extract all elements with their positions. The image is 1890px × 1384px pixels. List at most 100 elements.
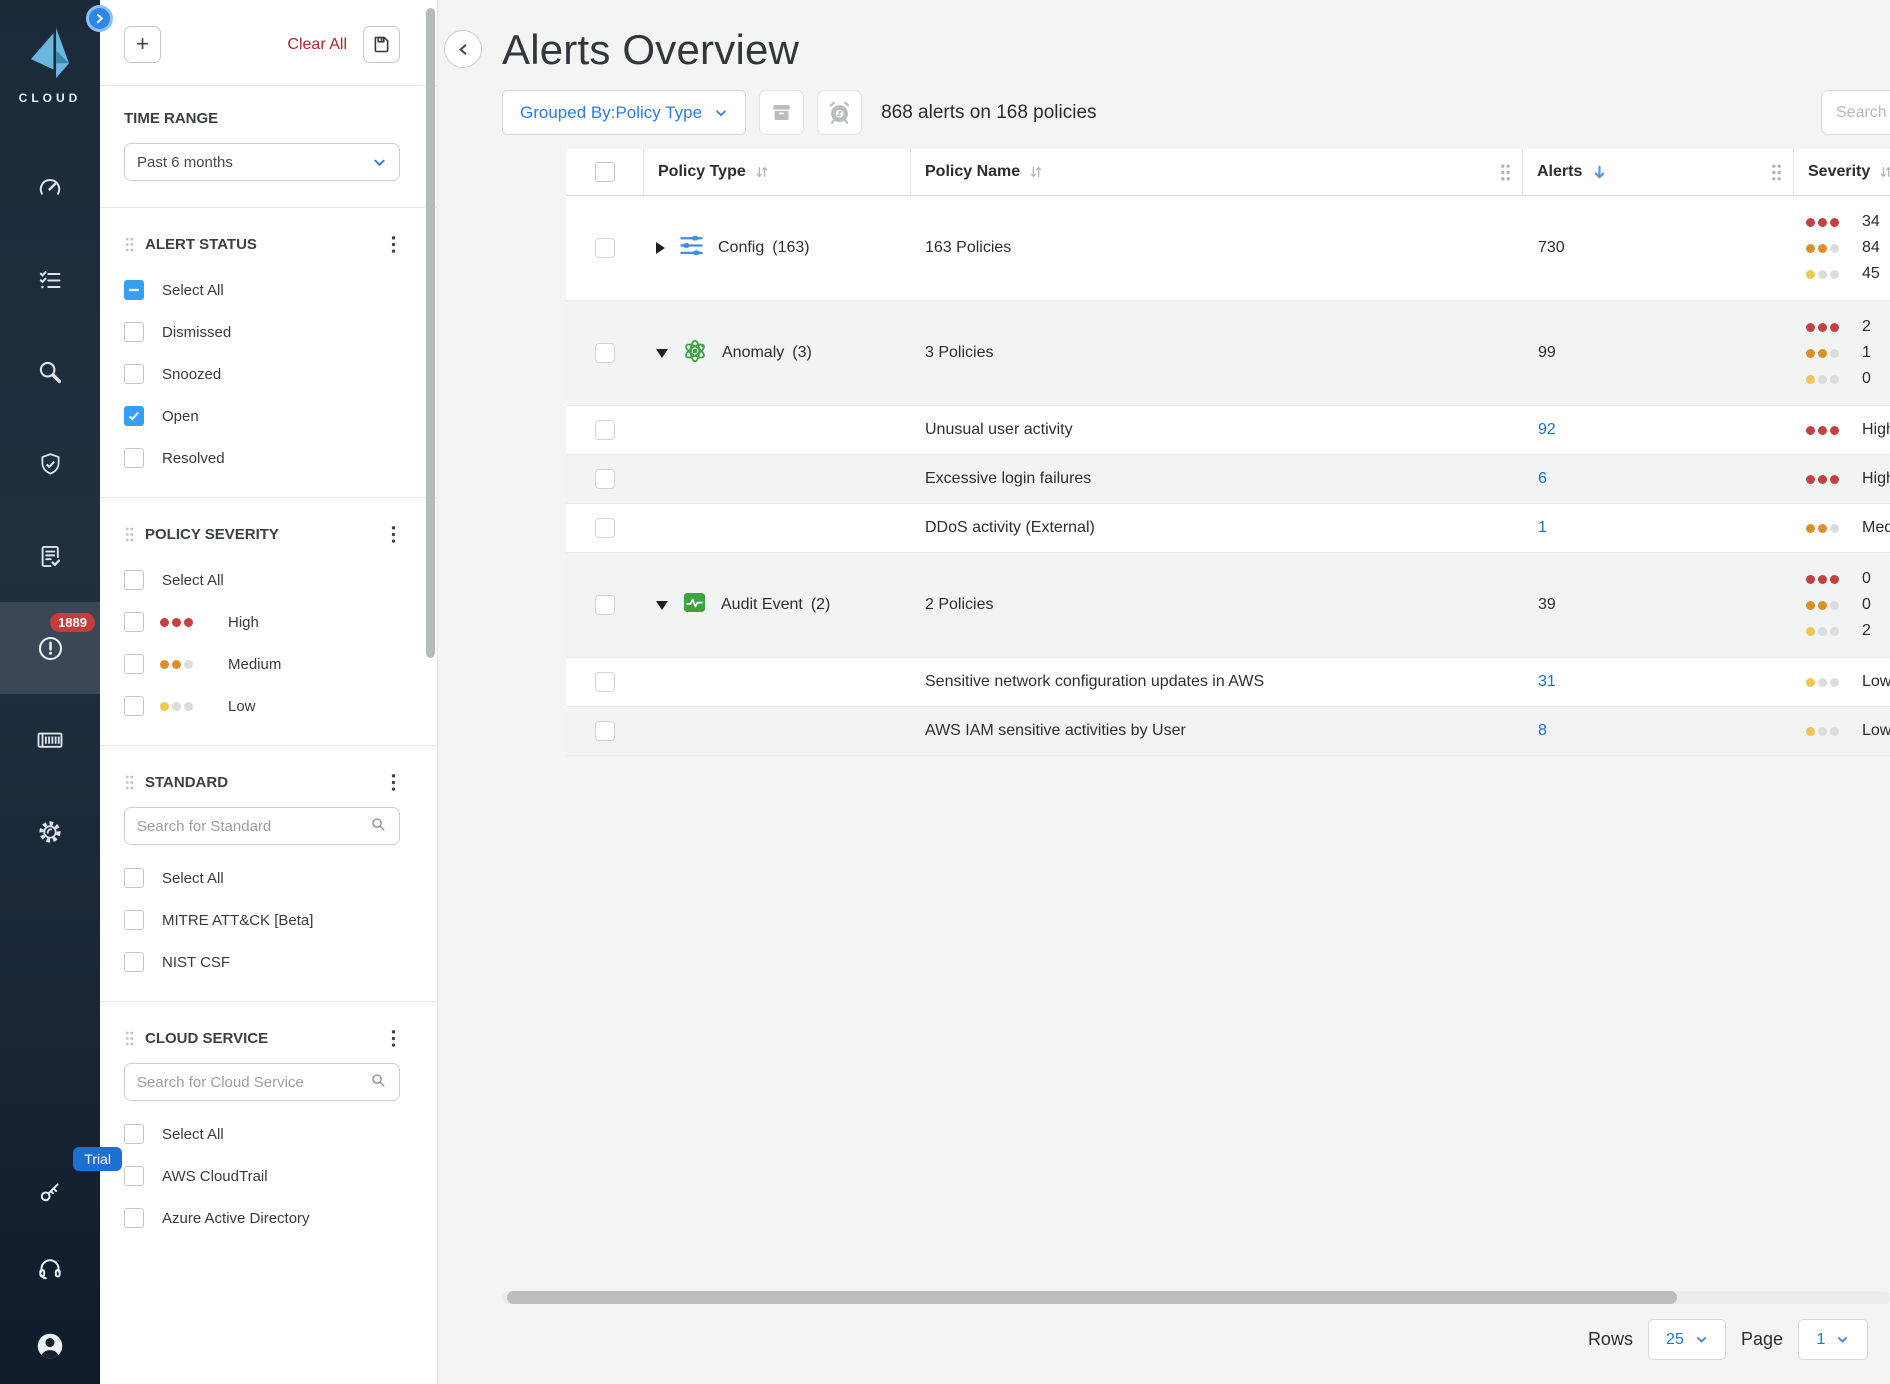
group-row-anomaly[interactable]: Anomaly (3) 3 Policies 99 2 1 0 — [566, 301, 1890, 406]
filter-option-select-all[interactable]: Select All — [124, 559, 400, 601]
checkbox-select-all[interactable] — [124, 1124, 144, 1144]
grouped-by-dropdown[interactable]: Grouped By:Policy Type — [502, 90, 746, 135]
time-range-select[interactable]: Past 6 months — [124, 143, 400, 181]
filter-option-select-all[interactable]: Select All — [124, 1113, 400, 1155]
filter-option-high[interactable]: High — [124, 601, 400, 643]
group-row-audit-event[interactable]: Audit Event (2) 2 Policies 39 0 0 2 — [566, 553, 1890, 658]
checkbox-aws-cloudtrail[interactable] — [124, 1166, 144, 1186]
checkbox-mitre-att-ck-beta[interactable] — [124, 910, 144, 930]
column-drag-handle-icon[interactable] — [1499, 163, 1512, 182]
drag-handle-icon[interactable] — [124, 774, 135, 791]
section-search-input[interactable]: Search for Standard — [124, 807, 400, 845]
checkbox-select-all[interactable] — [124, 868, 144, 888]
row-checkbox[interactable] — [595, 343, 615, 363]
filter-option-nist-csf[interactable]: NIST CSF — [124, 941, 400, 983]
policy-row-excessive-login-failures[interactable]: Excessive login failures 6 High — [566, 455, 1890, 504]
kebab-menu-icon[interactable] — [387, 522, 400, 547]
row-checkbox[interactable] — [595, 420, 615, 440]
checkbox-high[interactable] — [124, 612, 144, 632]
column-header-policy-type[interactable]: Policy Type — [644, 149, 911, 195]
row-checkbox[interactable] — [595, 238, 615, 258]
row-checkbox[interactable] — [595, 672, 615, 692]
kebab-menu-icon[interactable] — [387, 1026, 400, 1051]
page-select[interactable]: 1 — [1798, 1319, 1868, 1360]
filter-option-select-all[interactable]: Select All — [124, 269, 400, 311]
alerts-count-cell: 8 — [1523, 722, 1794, 740]
nav-item-compliance[interactable] — [0, 510, 100, 602]
policy-row-sensitive-network-configuration-updates-in-aws[interactable]: Sensitive network configuration updates … — [566, 658, 1890, 707]
filter-option-snoozed[interactable]: Snoozed — [124, 353, 400, 395]
nav-item-policies[interactable] — [0, 418, 100, 510]
brand-logo[interactable]: CLOUD — [0, 0, 100, 142]
sidebar-expand-button[interactable] — [86, 5, 113, 32]
checkbox-resolved[interactable] — [124, 448, 144, 468]
column-header-severity[interactable]: Severity — [1794, 149, 1890, 195]
column-header-policy-name[interactable]: Policy Name — [911, 149, 1523, 195]
nav-item-profile[interactable] — [0, 1307, 100, 1384]
alerts-count-link[interactable]: 6 — [1538, 470, 1547, 487]
drag-handle-icon[interactable] — [124, 1030, 135, 1047]
caret-down-icon[interactable] — [656, 601, 668, 610]
nav-item-inventory[interactable] — [0, 234, 100, 326]
collapse-panel-button[interactable] — [444, 30, 482, 68]
filter-option-select-all[interactable]: Select All — [124, 857, 400, 899]
horizontal-scrollbar-track[interactable] — [502, 1291, 1890, 1304]
select-all-rows-checkbox[interactable] — [595, 162, 615, 182]
filter-option-azure-active-directory[interactable]: Azure Active Directory — [124, 1197, 400, 1239]
save-filter-button[interactable] — [363, 26, 400, 63]
drag-handle-icon[interactable] — [124, 526, 135, 543]
drag-handle-icon[interactable] — [124, 236, 135, 253]
filter-option-open[interactable]: Open — [124, 395, 400, 437]
rows-per-page-select[interactable]: 25 — [1648, 1319, 1726, 1360]
column-drag-handle-icon[interactable] — [1770, 163, 1783, 182]
sidebar-scrollbar[interactable] — [426, 8, 435, 658]
caret-right-icon[interactable] — [656, 242, 665, 254]
checkbox-select-all[interactable] — [124, 280, 144, 300]
nav-item-support[interactable] — [0, 1230, 100, 1307]
clear-all-button[interactable]: Clear All — [287, 36, 347, 54]
alerts-count-link[interactable]: 8 — [1538, 722, 1547, 739]
row-checkbox[interactable] — [595, 518, 615, 538]
nav-item-dashboard[interactable] — [0, 142, 100, 234]
row-checkbox[interactable] — [595, 469, 615, 489]
nav-item-compute[interactable] — [0, 694, 100, 786]
filter-option-low[interactable]: Low — [124, 685, 400, 727]
policy-row-ddos-activity-external[interactable]: DDoS activity (External) 1 Medium — [566, 504, 1890, 553]
gear-wrench-icon — [36, 818, 64, 846]
dismiss-alerts-button[interactable] — [759, 90, 804, 135]
caret-down-icon[interactable] — [656, 349, 668, 358]
kebab-menu-icon[interactable] — [387, 232, 400, 257]
policy-row-aws-iam-sensitive-activities-by-user[interactable]: AWS IAM sensitive activities by User 8 L… — [566, 707, 1890, 756]
nav-item-settings[interactable] — [0, 786, 100, 878]
kebab-menu-icon[interactable] — [387, 770, 400, 795]
checkbox-medium[interactable] — [124, 654, 144, 674]
horizontal-scrollbar-thumb[interactable] — [507, 1291, 1677, 1304]
filter-option-dismissed[interactable]: Dismissed — [124, 311, 400, 353]
filter-option-aws-cloudtrail[interactable]: AWS CloudTrail — [124, 1155, 400, 1197]
checkbox-azure-active-directory[interactable] — [124, 1208, 144, 1228]
filter-option-mitre-att-ck-beta[interactable]: MITRE ATT&CK [Beta] — [124, 899, 400, 941]
snooze-alerts-button[interactable] — [817, 90, 862, 135]
checkbox-open[interactable] — [124, 406, 144, 426]
column-header-alerts[interactable]: Alerts — [1523, 149, 1794, 195]
alerts-count-link[interactable]: 92 — [1538, 421, 1556, 438]
group-row-config[interactable]: Config (163) 163 Policies 730 34 84 45 — [566, 196, 1890, 301]
row-checkbox[interactable] — [595, 595, 615, 615]
table-search-input[interactable]: Search — [1821, 90, 1890, 135]
alerts-count-link[interactable]: 1 — [1538, 519, 1547, 536]
row-checkbox[interactable] — [595, 721, 615, 741]
checkbox-select-all[interactable] — [124, 570, 144, 590]
alerts-count-link[interactable]: 31 — [1538, 673, 1556, 690]
nav-item-investigate[interactable] — [0, 326, 100, 418]
filter-option-medium[interactable]: Medium — [124, 643, 400, 685]
checkbox-low[interactable] — [124, 696, 144, 716]
nav-item-licensing[interactable]: Trial — [0, 1153, 100, 1230]
checkbox-nist-csf[interactable] — [124, 952, 144, 972]
nav-item-alerts[interactable]: 1889 — [0, 602, 100, 694]
checkbox-snoozed[interactable] — [124, 364, 144, 384]
checkbox-dismissed[interactable] — [124, 322, 144, 342]
filter-option-resolved[interactable]: Resolved — [124, 437, 400, 479]
policy-row-unusual-user-activity[interactable]: Unusual user activity 92 High — [566, 406, 1890, 455]
add-filter-button[interactable]: + — [124, 26, 161, 63]
section-search-input[interactable]: Search for Cloud Service — [124, 1063, 400, 1101]
